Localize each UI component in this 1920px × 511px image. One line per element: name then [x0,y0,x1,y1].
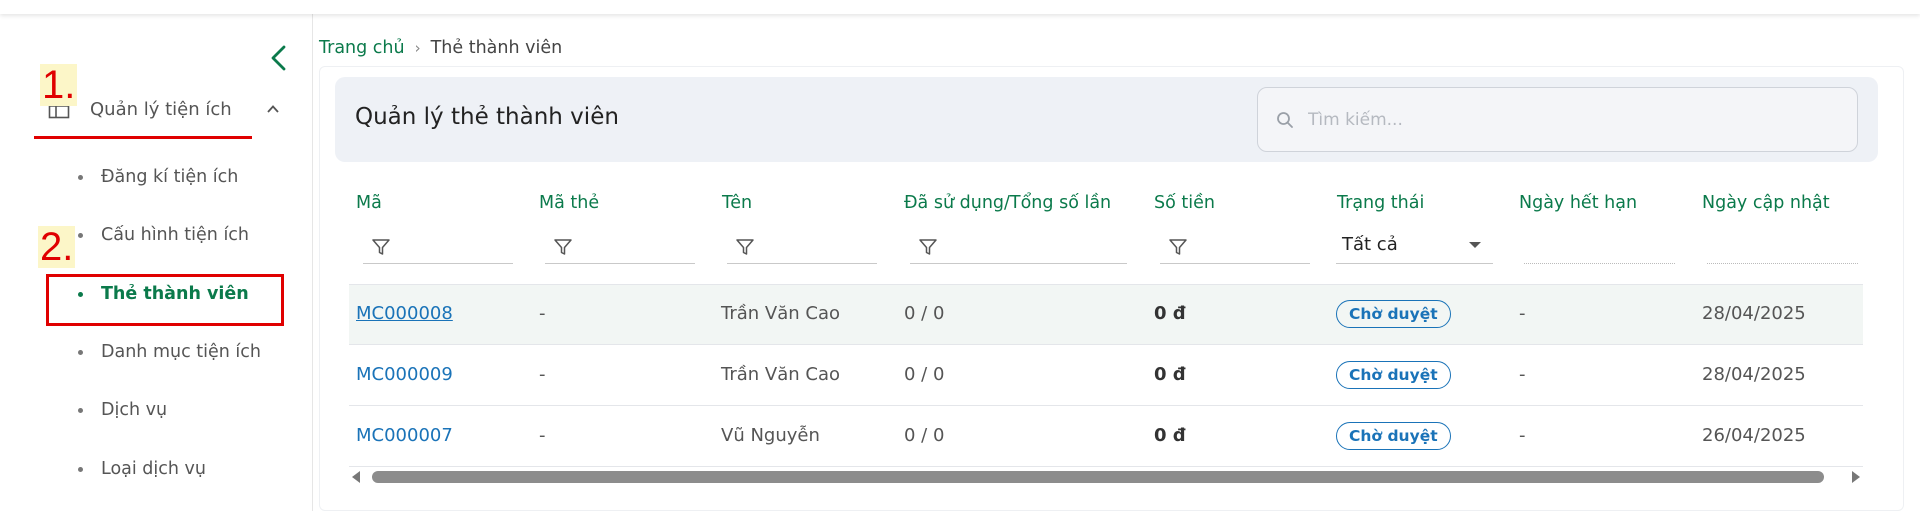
search-field[interactable] [1257,87,1858,152]
bullet-icon [78,232,83,238]
filter-usage[interactable] [910,230,1127,264]
chevron-left-icon [271,45,286,71]
table-row[interactable]: MC000008 - Trần Văn Cao 0 / 0 0 đ Chờ du… [349,285,1863,345]
row-amount: 0 đ [1154,425,1186,446]
filter-expiry[interactable] [1524,230,1675,264]
filter-icon [372,238,390,255]
filter-card-number[interactable] [545,230,695,264]
column-header-updated[interactable]: Ngày cập nhật [1702,193,1830,213]
breadcrumb: Trang chủ › Thẻ thành viên [319,38,562,58]
row-expiry: - [1519,425,1526,446]
bullet-icon [78,407,83,413]
row-name: Trần Văn Cao [721,364,840,385]
bullet-icon [78,466,83,472]
sidebar-item-utility-config[interactable]: Cấu hình tiện ích [78,220,249,250]
column-header-card-number[interactable]: Mã thẻ [539,193,599,213]
row-code-link[interactable]: MC000009 [356,364,453,385]
row-amount: 0 đ [1154,303,1186,324]
scroll-left-icon[interactable] [352,471,360,483]
search-icon [1277,111,1293,128]
row-updated: 28/04/2025 [1702,303,1806,324]
row-usage: 0 / 0 [904,425,945,446]
filter-code[interactable] [363,230,513,264]
table-row[interactable]: MC000009 - Trần Văn Cao 0 / 0 0 đ Chờ du… [349,346,1863,406]
status-filter-value: Tất cả [1342,234,1398,255]
chevron-up-icon [267,105,279,113]
filter-name[interactable] [727,230,877,264]
breadcrumb-separator: › [414,39,421,57]
row-expiry: - [1519,364,1526,385]
filter-icon [919,238,937,255]
status-badge: Chờ duyệt [1336,300,1451,328]
breadcrumb-home-link[interactable]: Trang chủ [319,38,405,58]
row-code-link[interactable]: MC000008 [356,303,453,324]
sidebar-item-services[interactable]: Dịch vụ [78,395,167,425]
bullet-icon [78,349,83,355]
sidebar-item-label: Dịch vụ [101,400,168,420]
row-code-link[interactable]: MC000007 [356,425,453,446]
scrollbar-thumb[interactable] [372,471,1824,483]
annotation-box-member-cards [46,274,284,326]
sidebar-item-label: Đăng kí tiện ích [101,167,239,187]
filter-amount[interactable] [1160,230,1310,264]
filter-icon [1169,238,1187,255]
top-bar [0,0,1920,14]
row-updated: 28/04/2025 [1702,364,1806,385]
sidebar-item-utility-catalog[interactable]: Danh mục tiện ích [78,337,261,367]
column-header-amount[interactable]: Số tiền [1154,193,1215,213]
row-expiry: - [1519,303,1526,324]
collapse-sidebar-button[interactable] [268,44,292,74]
row-card-number: - [539,364,546,385]
column-header-code[interactable]: Mã [356,193,382,213]
row-usage: 0 / 0 [904,303,945,324]
row-amount: 0 đ [1154,364,1186,385]
search-input[interactable] [1308,109,1808,130]
row-card-number: - [539,425,546,446]
status-badge: Chờ duyệt [1336,361,1451,389]
row-name: Vũ Nguyễn [721,425,820,446]
column-header-usage[interactable]: Đã sử dụng/Tổng số lần [904,193,1111,213]
row-card-number: - [539,303,546,324]
column-header-expiry[interactable]: Ngày hết hạn [1519,193,1637,213]
column-header-status[interactable]: Trạng thái [1337,193,1424,213]
filter-updated[interactable] [1707,230,1858,264]
annotation-step-2: 2. [38,225,76,269]
table-row[interactable]: MC000007 - Vũ Nguyễn 0 / 0 0 đ Chờ duyệt… [349,407,1863,467]
sidebar-item-utility-registration[interactable]: Đăng kí tiện ích [78,162,238,192]
column-header-name[interactable]: Tên [722,193,752,213]
sidebar-item-label: Cấu hình tiện ích [101,225,250,245]
row-usage: 0 / 0 [904,364,945,385]
annotation-underline [34,136,252,139]
breadcrumb-current: Thẻ thành viên [430,38,563,58]
page-title: Quản lý thẻ thành viên [355,104,619,130]
sidebar-item-label: Loại dịch vụ [101,459,206,479]
row-updated: 26/04/2025 [1702,425,1806,446]
horizontal-scrollbar[interactable] [352,469,1860,485]
row-name: Trần Văn Cao [721,303,840,324]
bullet-icon [78,174,83,180]
sidebar-group-utility-management[interactable]: Quản lý tiện ích [48,92,280,126]
caret-down-icon [1469,242,1481,248]
sidebar-item-service-types[interactable]: Loại dịch vụ [78,454,206,484]
status-filter-select[interactable]: Tất cả [1336,226,1493,264]
annotation-step-1: 1. [40,63,78,107]
filter-icon [736,238,754,255]
scroll-right-icon[interactable] [1852,471,1860,483]
sidebar-item-label: Danh mục tiện ích [101,342,261,362]
filter-icon [554,238,572,255]
status-badge: Chờ duyệt [1336,422,1451,450]
sidebar-group-label: Quản lý tiện ích [90,98,232,120]
